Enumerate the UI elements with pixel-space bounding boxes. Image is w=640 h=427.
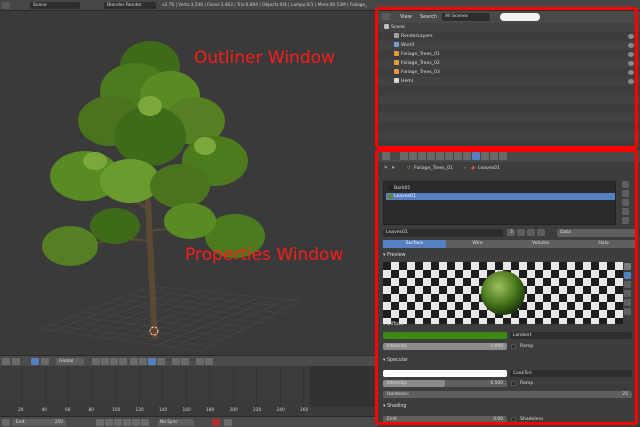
outliner-highlight-frame: [375, 7, 638, 149]
snap-icon[interactable]: [172, 358, 180, 365]
timeline-gridline: [44, 366, 46, 407]
timeline-gridline: [68, 366, 69, 407]
blender-window: Scene Blender Render v2.76 | Verts:3,546…: [0, 0, 640, 427]
timeline-tick-label: 220: [253, 408, 262, 413]
editor-type-icon[interactable]: [2, 419, 10, 426]
timeline-tick-label: 180: [206, 408, 215, 413]
timeline-gridline: [303, 366, 304, 407]
next-key-icon[interactable]: [132, 419, 140, 426]
properties-annotation: Properties Window: [185, 245, 344, 265]
layer-icon[interactable]: [139, 358, 147, 365]
proportional-icon[interactable]: [181, 358, 189, 365]
timeline-tick-label: 240: [276, 408, 285, 413]
scene-selector[interactable]: Scene: [30, 2, 80, 9]
timeline-gridline: [232, 366, 234, 407]
keying-set-icon[interactable]: [224, 419, 232, 426]
timeline-gridline: [115, 366, 116, 407]
timeline-gridline: [185, 366, 187, 407]
properties-highlight-frame: [375, 149, 638, 425]
timeline-gridline: [256, 366, 257, 407]
record-icon[interactable]: [212, 419, 220, 426]
timeline-tick-label: 60: [65, 408, 71, 413]
layer-icon[interactable]: [101, 358, 109, 365]
layer-icon[interactable]: [110, 358, 118, 365]
timeline-tick-label: 160: [182, 408, 191, 413]
render-icon[interactable]: [196, 358, 204, 365]
timeline-tick-label: 120: [135, 408, 144, 413]
timeline-gridline: [279, 366, 281, 407]
play-reverse-icon[interactable]: [114, 419, 122, 426]
scene-stats: v2.76 | Verts:3,546 | Faces:3,463 | Tris…: [162, 3, 368, 8]
timeline-tick-label: 20: [18, 408, 24, 413]
pivot-icon[interactable]: [41, 358, 49, 365]
end-frame-value: 250: [54, 420, 63, 425]
timeline-gridline: [91, 366, 93, 407]
jump-end-icon[interactable]: [141, 419, 149, 426]
timeline-out-range: [310, 366, 378, 407]
timeline[interactable]: 20 40 60 80 100 120 140 160 180 200 220 240 260: [0, 366, 378, 416]
jump-start-icon[interactable]: [96, 419, 104, 426]
view-menu-icon[interactable]: [2, 358, 10, 365]
timeline-tick-label: 100: [112, 408, 121, 413]
timeline-header: Start: 1 End: 250 No Sync: [0, 416, 378, 427]
outliner-annotation: Outliner Window: [194, 48, 335, 68]
end-frame-field[interactable]: End: 250: [14, 419, 66, 426]
layer-icon[interactable]: [130, 358, 138, 365]
timeline-tick-label: 200: [229, 408, 238, 413]
layer-icon[interactable]: [92, 358, 100, 365]
play-icon[interactable]: [123, 419, 131, 426]
layer-icon[interactable]: [119, 358, 127, 365]
shading-solid-icon[interactable]: [31, 358, 39, 365]
editor-type-icon[interactable]: [2, 2, 10, 9]
timeline-gridline: [209, 366, 210, 407]
layer-icon[interactable]: [157, 358, 165, 365]
timeline-ruler[interactable]: 20 40 60 80 100 120 140 160 180 200 220 240 260: [0, 407, 378, 416]
sync-select[interactable]: No Sync: [158, 419, 194, 426]
timeline-gridline: [162, 366, 163, 407]
end-frame-label: End:: [16, 420, 26, 425]
timeline-tick-label: 80: [88, 408, 94, 413]
camera-icon[interactable]: [205, 358, 213, 365]
tree-foliage: [42, 41, 265, 266]
timeline-gridline: [21, 366, 22, 407]
timeline-tick-label: 140: [159, 408, 168, 413]
timeline-tick-label: 40: [41, 408, 47, 413]
select-menu-icon[interactable]: [12, 358, 20, 365]
viewport-header: Global: [0, 355, 378, 366]
ground-grid: [38, 285, 302, 352]
orientation-select[interactable]: Global: [56, 358, 84, 365]
layer-icon[interactable]: [148, 358, 156, 365]
render-engine-selector[interactable]: Blender Render: [104, 2, 156, 9]
timeline-gridline: [138, 366, 140, 407]
timeline-tick-label: 260: [300, 408, 309, 413]
prev-key-icon[interactable]: [105, 419, 113, 426]
